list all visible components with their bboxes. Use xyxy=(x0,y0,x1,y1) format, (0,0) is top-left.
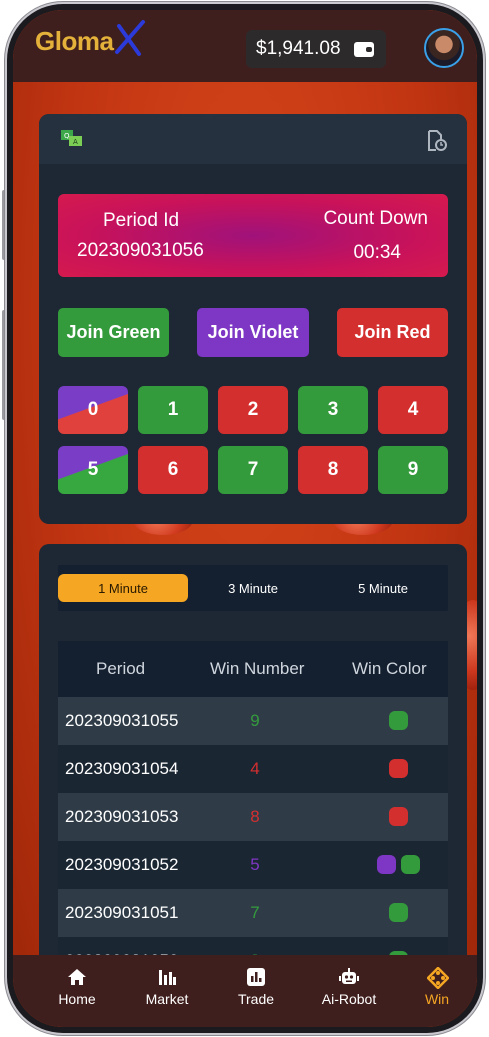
gamepad-icon xyxy=(426,966,450,990)
number-button-3[interactable]: 3 xyxy=(298,386,368,434)
logo-text: Gloma xyxy=(35,26,114,56)
nav-home-label: Home xyxy=(58,991,96,1007)
row-period: 202309031053 xyxy=(65,807,179,826)
number-button-1[interactable]: 1 xyxy=(138,386,208,434)
row-win-color xyxy=(368,711,428,730)
results-table: Period Win Number Win Color 202309031055… xyxy=(58,641,448,985)
table-row: 202309031052 5 xyxy=(58,841,448,889)
join-green-button[interactable]: Join Green xyxy=(58,308,169,357)
avatar[interactable] xyxy=(424,28,464,68)
nav-trade-label: Trade xyxy=(237,991,275,1007)
color-dot xyxy=(388,903,408,922)
trade-chart-icon xyxy=(246,967,266,987)
period-value: 202309031056 xyxy=(77,240,204,261)
countdown-value: 00:34 xyxy=(353,242,401,263)
logo-x-icon xyxy=(113,18,147,58)
top-bar: Gloma $1,941.08 xyxy=(13,10,477,82)
color-dot xyxy=(388,759,408,778)
table-row: 202309031053 8 xyxy=(58,793,448,841)
row-win-color xyxy=(368,759,428,778)
period-label: Period Id xyxy=(103,210,180,231)
row-period: 202309031054 xyxy=(65,759,179,778)
row-period: 202309031052 xyxy=(65,855,179,874)
table-row: 202309031051 7 xyxy=(58,889,448,937)
nav-win-label: Win xyxy=(424,991,450,1007)
tab-5-minute[interactable]: 5 Minute xyxy=(318,574,448,602)
balance-display[interactable]: $1,941.08 xyxy=(246,30,386,68)
nav-win[interactable]: Win xyxy=(402,966,472,1007)
number-button-0[interactable]: 0 xyxy=(58,386,128,434)
column-header-win-number: Win Number xyxy=(210,659,305,678)
row-win-color xyxy=(368,903,428,922)
column-header-win-color: Win Color xyxy=(352,659,427,678)
number-button-9[interactable]: 9 xyxy=(378,446,448,494)
table-row: 202309031054 4 xyxy=(58,745,448,793)
color-dot xyxy=(376,855,396,874)
row-win-number: 8 xyxy=(250,807,260,826)
column-header-period: Period xyxy=(96,659,146,678)
history-panel: 1 Minute 3 Minute 5 Minute Period Win Nu… xyxy=(39,544,467,985)
svg-text:Q: Q xyxy=(64,132,70,140)
row-period: 202309031055 xyxy=(65,711,179,730)
table-row: 202309031055 9 xyxy=(58,697,448,745)
app-logo[interactable]: Gloma xyxy=(35,20,147,58)
nav-ai-robot[interactable]: Ai-Robot xyxy=(309,967,389,1007)
balance-amount: $1,941.08 xyxy=(256,38,341,59)
wallet-icon xyxy=(354,42,374,57)
nav-home[interactable]: Home xyxy=(42,967,112,1007)
bottom-nav: Home Market Trade Ai-Robot Win xyxy=(13,955,477,1027)
nav-market-label: Market xyxy=(145,991,189,1007)
countdown-label: Count Down xyxy=(323,208,428,229)
nav-market[interactable]: Market xyxy=(132,967,202,1007)
number-button-6[interactable]: 6 xyxy=(138,446,208,494)
svg-text:A: A xyxy=(73,138,78,146)
game-panel: QA Period Id 202309031056 Count Down 00:… xyxy=(39,114,467,524)
color-dot xyxy=(388,807,408,826)
number-button-2[interactable]: 2 xyxy=(218,386,288,434)
color-dot xyxy=(388,711,408,730)
join-violet-button[interactable]: Join Violet xyxy=(197,308,309,357)
table-header: Period Win Number Win Color xyxy=(58,641,448,697)
period-countdown-card: Period Id 202309031056 Count Down 00:34 xyxy=(58,194,448,277)
tab-1-minute[interactable]: 1 Minute xyxy=(58,574,188,602)
tab-3-minute[interactable]: 3 Minute xyxy=(188,574,318,602)
interval-tabs: 1 Minute 3 Minute 5 Minute xyxy=(58,565,448,611)
row-period: 202309031051 xyxy=(65,903,179,922)
row-win-color xyxy=(368,807,428,826)
number-button-8[interactable]: 8 xyxy=(298,446,368,494)
app-screen: Gloma $1,941.08 QA Period Id 20230903105… xyxy=(13,10,477,1027)
table-body: 202309031055 9 202309031054 4 202309031053 8 2… xyxy=(58,697,448,985)
history-icon[interactable] xyxy=(427,130,447,151)
nav-trade[interactable]: Trade xyxy=(221,967,291,1007)
row-win-number: 5 xyxy=(250,855,260,874)
game-panel-header: QA xyxy=(39,114,467,164)
row-win-number: 9 xyxy=(250,711,260,730)
row-win-number: 7 xyxy=(250,903,260,922)
number-button-4[interactable]: 4 xyxy=(378,386,448,434)
home-icon xyxy=(67,967,87,987)
join-red-button[interactable]: Join Red xyxy=(337,308,448,357)
robot-icon xyxy=(339,967,359,987)
number-button-7[interactable]: 7 xyxy=(218,446,288,494)
chat-icon[interactable]: QA xyxy=(61,130,82,146)
market-icon xyxy=(157,967,177,987)
color-dot xyxy=(400,855,420,874)
row-win-number: 4 xyxy=(250,759,260,778)
number-button-5[interactable]: 5 xyxy=(58,446,128,494)
row-win-color xyxy=(368,855,428,874)
phone-frame: Gloma $1,941.08 QA Period Id 20230903105… xyxy=(7,4,483,1033)
nav-ai-robot-label: Ai-Robot xyxy=(321,991,377,1007)
